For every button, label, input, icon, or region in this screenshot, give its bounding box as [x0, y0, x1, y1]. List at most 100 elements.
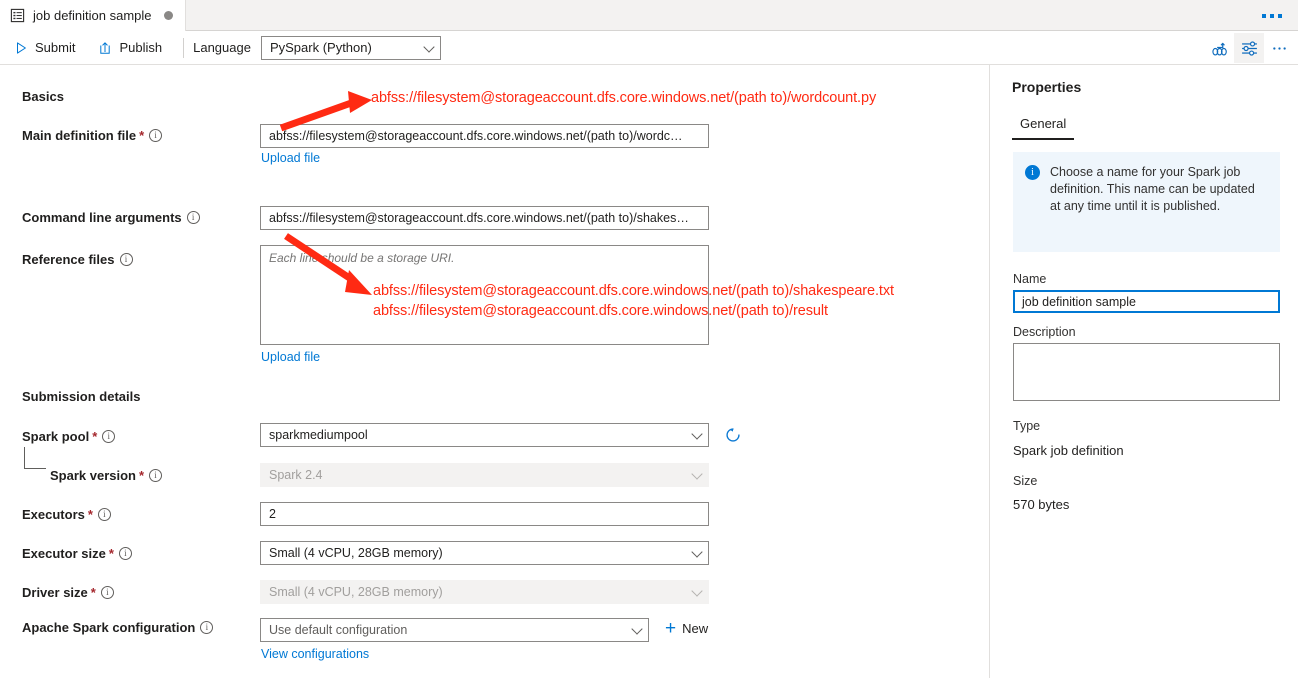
info-icon[interactable]: i — [119, 547, 132, 560]
reference-files-placeholder: Each line should be a storage URI. — [269, 251, 700, 265]
tab-label: job definition sample — [33, 8, 152, 23]
publish-button[interactable]: Publish — [89, 34, 171, 62]
toolbar-right-actions — [1204, 31, 1294, 65]
description-label: Description — [1013, 325, 1076, 339]
command-line-arguments-input[interactable]: abfss://filesystem@storageaccount.dfs.co… — [260, 206, 709, 230]
info-circle-icon: i — [1025, 165, 1040, 180]
ellipsis-dot — [1262, 14, 1266, 18]
required-marker: * — [109, 546, 114, 561]
publish-label: Publish — [119, 40, 162, 55]
properties-toggle-button[interactable] — [1234, 33, 1264, 63]
main-definition-upload-file-link[interactable]: Upload file — [261, 151, 320, 165]
submit-button[interactable]: Submit — [5, 34, 84, 62]
new-configuration-label: New — [682, 621, 708, 636]
required-marker: * — [139, 128, 144, 143]
executor-size-value: Small (4 vCPU, 28GB memory) — [269, 546, 443, 560]
driver-size-select: Small (4 vCPU, 28GB memory) — [260, 580, 709, 604]
properties-panel: Properties General i Choose a name for y… — [989, 65, 1298, 678]
driver-size-label: Driver size * i — [22, 585, 114, 600]
info-icon[interactable]: i — [149, 129, 162, 142]
command-line-arguments-value: abfss://filesystem@storageaccount.dfs.co… — [269, 211, 689, 225]
executors-input[interactable]: 2 — [260, 502, 709, 526]
tab-bar-more-button[interactable] — [1254, 0, 1290, 31]
info-icon[interactable]: i — [200, 621, 213, 634]
required-marker: * — [91, 585, 96, 600]
publish-upload-icon — [98, 41, 112, 55]
apache-spark-configuration-select[interactable]: Use default configuration — [260, 618, 649, 642]
description-textarea[interactable] — [1013, 343, 1280, 401]
info-icon[interactable]: i — [149, 469, 162, 482]
chevron-down-icon — [691, 585, 702, 596]
size-label: Size — [1013, 474, 1037, 488]
submit-label: Submit — [35, 40, 75, 55]
info-icon[interactable]: i — [120, 253, 133, 266]
annotation-reference-file-1: abfss://filesystem@storageaccount.dfs.co… — [373, 283, 894, 299]
document-list-icon — [10, 8, 25, 23]
add-to-pipeline-button[interactable] — [1204, 33, 1234, 63]
apache-spark-configuration-label: Apache Spark configuration i — [22, 620, 213, 635]
main-definition-file-input[interactable]: abfss://filesystem@storageaccount.dfs.co… — [260, 124, 709, 148]
command-line-arguments-label: Command line arguments i — [22, 210, 200, 225]
spark-job-definition-editor: job definition sample Submit Publish L — [0, 0, 1298, 679]
add-to-pipeline-icon — [1210, 39, 1229, 58]
tab-job-definition-sample[interactable]: job definition sample — [0, 0, 186, 31]
main-definition-file-value: abfss://filesystem@storageaccount.dfs.co… — [269, 129, 683, 143]
properties-panel-title: Properties — [1012, 79, 1081, 95]
toolbar-more-button[interactable] — [1264, 33, 1294, 63]
ellipsis-dot — [1270, 14, 1274, 18]
size-value: 570 bytes — [1013, 497, 1069, 512]
chevron-down-icon — [631, 623, 642, 634]
chevron-down-icon — [691, 546, 702, 557]
toolbar: Submit Publish Language PySpark (Python) — [0, 31, 1298, 65]
properties-info-box: i Choose a name for your Spark job defin… — [1013, 152, 1280, 252]
basics-section-title: Basics — [22, 89, 64, 104]
executors-value: 2 — [269, 507, 276, 521]
spark-version-label: Spark version * i — [50, 468, 162, 483]
toolbar-divider — [183, 38, 184, 58]
info-icon[interactable]: i — [187, 211, 200, 224]
tab-general[interactable]: General — [1012, 113, 1074, 140]
spark-pool-select[interactable]: sparkmediumpool — [260, 423, 709, 447]
executor-size-select[interactable]: Small (4 vCPU, 28GB memory) — [260, 541, 709, 565]
chevron-down-icon — [423, 41, 434, 52]
more-ellipsis-icon — [1270, 39, 1289, 58]
submission-details-section-title: Submission details — [22, 389, 140, 404]
reference-files-upload-file-link[interactable]: Upload file — [261, 350, 320, 364]
type-label: Type — [1013, 419, 1040, 433]
play-triangle-icon — [14, 41, 28, 55]
name-input[interactable]: job definition sample — [1013, 290, 1280, 313]
view-configurations-link[interactable]: View configurations — [261, 647, 369, 661]
info-icon[interactable]: i — [101, 586, 114, 599]
spark-version-select: Spark 2.4 — [260, 463, 709, 487]
chevron-down-icon — [691, 428, 702, 439]
reference-files-label: Reference files i — [22, 252, 133, 267]
info-icon[interactable]: i — [98, 508, 111, 521]
language-select[interactable]: PySpark (Python) — [261, 36, 441, 60]
properties-info-text: Choose a name for your Spark job definit… — [1050, 164, 1266, 240]
name-input-value: job definition sample — [1022, 295, 1136, 309]
annotation-main-file-path: abfss://filesystem@storageaccount.dfs.co… — [371, 90, 876, 106]
spark-pool-value: sparkmediumpool — [269, 428, 368, 442]
language-label: Language — [193, 40, 251, 55]
name-label: Name — [1013, 272, 1046, 286]
executor-size-label: Executor size * i — [22, 546, 132, 561]
refresh-icon — [724, 426, 742, 444]
spark-version-value: Spark 2.4 — [269, 468, 323, 482]
executors-label: Executors * i — [22, 507, 111, 522]
driver-size-value: Small (4 vCPU, 28GB memory) — [269, 585, 443, 599]
job-definition-form: Basics Main definition file * i abfss://… — [0, 65, 989, 678]
properties-sliders-icon — [1240, 39, 1259, 58]
apache-spark-configuration-value: Use default configuration — [269, 623, 407, 637]
annotation-reference-file-2: abfss://filesystem@storageaccount.dfs.co… — [373, 303, 828, 319]
chevron-down-icon — [691, 468, 702, 479]
spark-version-tree-connector — [24, 447, 46, 469]
refresh-spark-pools-button[interactable] — [720, 422, 746, 448]
spark-pool-label: Spark pool * i — [22, 429, 115, 444]
ellipsis-dot — [1278, 14, 1282, 18]
unsaved-dot-icon — [164, 11, 173, 20]
required-marker: * — [92, 429, 97, 444]
new-configuration-button[interactable]: + New — [665, 621, 708, 636]
info-icon[interactable]: i — [102, 430, 115, 443]
required-marker: * — [139, 468, 144, 483]
tab-bar: job definition sample — [0, 0, 1298, 31]
